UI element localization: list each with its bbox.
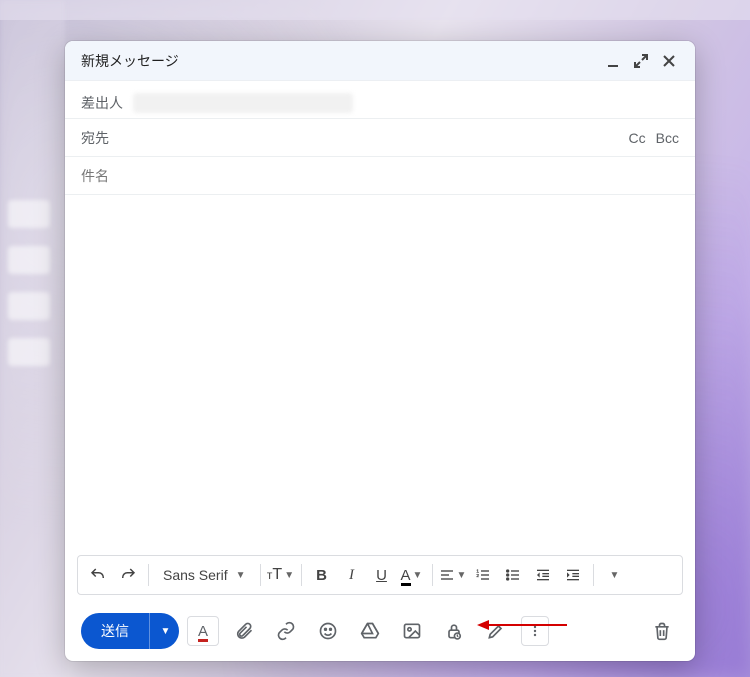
drive-icon[interactable]: [353, 614, 387, 648]
fullscreen-icon[interactable]: [627, 47, 655, 75]
font-family-picker[interactable]: Sans Serif ▼: [155, 561, 254, 589]
background: 新規メッセージ 差出人 宛先 Cc Bcc: [0, 0, 750, 677]
svg-text:2: 2: [476, 573, 479, 578]
bulleted-list-button[interactable]: [499, 561, 527, 589]
formatting-toggle-button[interactable]: A: [187, 616, 219, 646]
text-color-picker[interactable]: A ▼: [398, 561, 426, 589]
body-area: [65, 195, 695, 555]
font-family-label: Sans Serif: [163, 567, 228, 583]
indent-less-button[interactable]: [529, 561, 557, 589]
from-row: 差出人: [65, 81, 695, 119]
indent-more-button[interactable]: [559, 561, 587, 589]
text-color-glyph: A: [401, 568, 411, 583]
body-input[interactable]: [81, 205, 679, 545]
bg-topbar: [0, 0, 750, 20]
close-icon[interactable]: [655, 47, 683, 75]
format-more-button[interactable]: ▼: [600, 561, 628, 589]
to-row[interactable]: 宛先 Cc Bcc: [65, 119, 695, 157]
cc-button[interactable]: Cc: [629, 130, 646, 146]
separator: [260, 564, 261, 586]
separator: [148, 564, 149, 586]
format-toolbar: Sans Serif ▼ тT ▼ B I U A ▼ ▼ 12: [77, 555, 683, 595]
italic-button[interactable]: I: [338, 561, 366, 589]
attachment-icon[interactable]: [227, 614, 261, 648]
chevron-down-icon: ▼: [284, 570, 294, 581]
bottom-toolbar: 送信 ▼ A: [65, 605, 695, 661]
confidential-icon[interactable]: [437, 614, 471, 648]
separator: [593, 564, 594, 586]
subject-row: [65, 157, 695, 195]
numbered-list-button[interactable]: 12: [469, 561, 497, 589]
chevron-down-icon: ▼: [610, 570, 620, 581]
align-picker[interactable]: ▼: [439, 561, 467, 589]
font-size-picker[interactable]: тT ▼: [267, 561, 295, 589]
chevron-down-icon: ▼: [413, 570, 423, 581]
from-label: 差出人: [81, 93, 123, 113]
chevron-down-icon: ▼: [457, 570, 467, 581]
emoji-icon[interactable]: [311, 614, 345, 648]
bg-left-items: [8, 200, 50, 366]
minimize-icon[interactable]: [599, 47, 627, 75]
send-button[interactable]: 送信: [81, 613, 149, 649]
redo-button[interactable]: [114, 561, 142, 589]
annotation-arrow: [477, 618, 567, 637]
underline-button[interactable]: U: [368, 561, 396, 589]
send-button-group: 送信 ▼: [81, 613, 179, 649]
separator: [432, 564, 433, 586]
bcc-button[interactable]: Bcc: [656, 130, 679, 146]
separator: [301, 564, 302, 586]
image-icon[interactable]: [395, 614, 429, 648]
window-title: 新規メッセージ: [81, 51, 599, 71]
compose-window: 新規メッセージ 差出人 宛先 Cc Bcc: [65, 41, 695, 661]
chevron-down-icon: ▼: [161, 626, 171, 637]
send-options-button[interactable]: ▼: [149, 613, 179, 649]
subject-input[interactable]: [81, 168, 679, 184]
undo-button[interactable]: [84, 561, 112, 589]
discard-draft-icon[interactable]: [645, 614, 679, 648]
compose-titlebar: 新規メッセージ: [65, 41, 695, 81]
link-icon[interactable]: [269, 614, 303, 648]
chevron-down-icon: ▼: [236, 570, 246, 581]
from-value-redacted: [133, 93, 353, 113]
to-label: 宛先: [81, 128, 109, 148]
bold-button[interactable]: B: [308, 561, 336, 589]
